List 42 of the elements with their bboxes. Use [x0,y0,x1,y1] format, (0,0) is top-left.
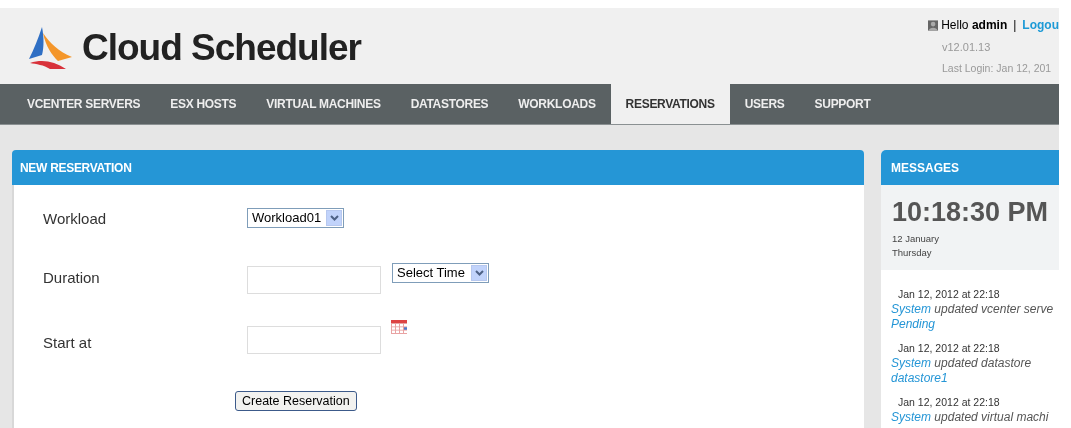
message-text: updated virtual machi [934,410,1049,424]
actor-link[interactable]: System [891,356,931,370]
message-timestamp: Jan 12, 2012 at 22:18 [897,395,1001,410]
nav-tab[interactable]: VIRTUAL MACHINES [251,84,396,124]
field-label: Duration [43,268,101,288]
duration-field[interactable] [247,266,381,294]
field-label: Workload [43,209,108,229]
dropdown[interactable]: Select Time [392,263,489,283]
logout-link[interactable]: Logou [1022,16,1059,34]
user-icon [928,19,939,31]
nav-tab[interactable]: RESERVATIONS [610,84,730,124]
field-label: Start at [43,333,93,353]
nav-tab[interactable]: SUPPORT [799,84,886,124]
nav-tab[interactable]: DATASTORES [395,84,504,124]
logo-text: Cloud Scheduler [82,26,361,71]
nav-tab[interactable]: USERS [729,84,800,124]
start-date-field[interactable] [247,326,381,354]
calendar-icon[interactable] [391,320,407,334]
chevron-down-icon [474,270,484,276]
panel-title: NEW RESERVATION [20,159,132,177]
message-text: updated datastore [934,356,1032,370]
nav-tab[interactable]: VCENTER SERVERS [12,84,156,124]
version-text: v12.01.13 [941,40,992,55]
create-reservation-button[interactable]: Create Reservation [235,391,357,411]
message-timestamp: Jan 12, 2012 at 22:18 [897,287,1001,302]
message-timestamp: Jan 12, 2012 at 22:18 [897,341,1001,356]
nav-tab[interactable]: ESX HOSTS [155,84,252,124]
last-login-text: Last Login: Jan 12, 201 [941,60,1053,76]
clock-date: 12 January [892,232,940,246]
actor-link[interactable]: System [891,302,931,316]
clock-weekday: Thursday [892,246,933,261]
object-link[interactable]: Pending [891,317,936,332]
greeting-text: Hello admin [941,17,1008,34]
panel-title: MESSAGES [891,159,959,177]
chevron-down-icon [329,215,339,221]
actor-link[interactable]: System [891,410,931,424]
object-link[interactable]: datastore1 [891,371,948,386]
separator: | [1012,17,1018,34]
message-text: updated vcenter serve [934,302,1054,316]
clock-time: 10:18:30 PM [892,196,1050,228]
nav-tab[interactable]: WORKLOADS [503,84,611,124]
dropdown[interactable]: Workload01 [247,208,344,228]
